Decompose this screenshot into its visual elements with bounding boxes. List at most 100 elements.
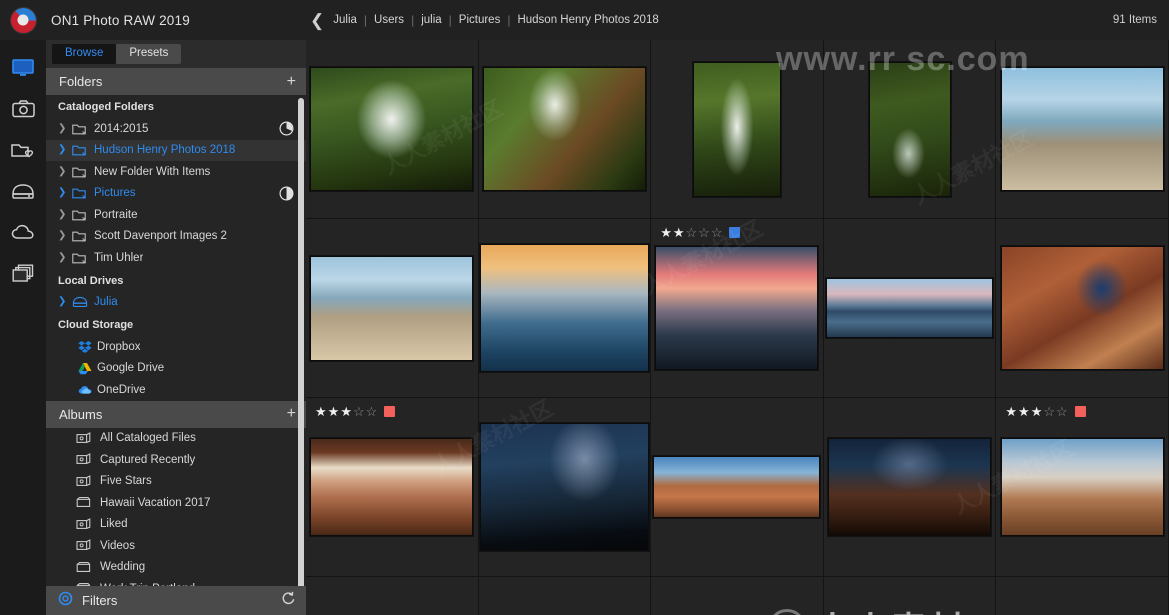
- albums-section-header[interactable]: Albums +: [46, 401, 306, 428]
- thumbnail-image[interactable]: [655, 246, 818, 370]
- folder-row-scott-davenport-images-2[interactable]: ❯ Scott Davenport Images 2: [46, 226, 306, 248]
- folder-row-2014-2015[interactable]: ❯ 2014:2015: [46, 118, 306, 140]
- color-label-swatch[interactable]: [1075, 406, 1086, 417]
- star-filled-icon[interactable]: ★: [1005, 405, 1017, 418]
- folder-row-new-folder-with-items[interactable]: ❯ New Folder With Items: [46, 161, 306, 183]
- thumbnail-grid-area[interactable]: ★ ★ ☆ ☆ ☆: [306, 40, 1169, 615]
- thumbnail-cell[interactable]: [651, 577, 824, 615]
- star-empty-icon[interactable]: ☆: [698, 226, 710, 239]
- thumbnail-cell[interactable]: [996, 219, 1169, 398]
- thumbnail-cell[interactable]: ★ ★ ★ ☆ ☆: [306, 398, 479, 577]
- thumbnail-cell[interactable]: [824, 577, 997, 615]
- thumbnail-image[interactable]: [826, 278, 993, 338]
- breadcrumb-item-2[interactable]: julia: [421, 14, 441, 26]
- album-row-liked[interactable]: Liked: [46, 514, 306, 536]
- album-row-five-stars[interactable]: Five Stars: [46, 471, 306, 493]
- star-filled-icon[interactable]: ★: [1018, 405, 1030, 418]
- hard-drive-icon[interactable]: [8, 179, 38, 203]
- star-filled-icon[interactable]: ★: [1031, 405, 1043, 418]
- thumbnail-image[interactable]: [310, 67, 473, 191]
- star-empty-icon[interactable]: ☆: [1056, 405, 1068, 418]
- thumbnail-cell[interactable]: [996, 40, 1169, 219]
- breadcrumb-item-4[interactable]: Hudson Henry Photos 2018: [517, 14, 658, 26]
- thumbnail-image[interactable]: [480, 423, 649, 551]
- thumbnail-cell[interactable]: ★ ★ ★ ☆ ☆: [996, 398, 1169, 577]
- reset-icon[interactable]: [281, 591, 296, 610]
- chevron-right-icon[interactable]: ❯: [58, 253, 72, 263]
- star-empty-icon[interactable]: ☆: [686, 226, 698, 239]
- chevron-left-icon[interactable]: ❮: [310, 12, 324, 29]
- album-row-wedding[interactable]: Wedding: [46, 557, 306, 579]
- sidebar-scrollbar[interactable]: [298, 98, 304, 586]
- thumbnail-image[interactable]: [310, 438, 473, 536]
- thumbnail-cell[interactable]: [651, 398, 824, 577]
- drive-row-julia[interactable]: ❯ Julia: [46, 292, 306, 314]
- tab-browse[interactable]: Browse: [52, 44, 116, 65]
- thumbnail-image[interactable]: [828, 438, 991, 536]
- thumbnail-image[interactable]: [483, 67, 646, 191]
- thumbnail-image[interactable]: [653, 456, 820, 518]
- thumbnail-cell[interactable]: [824, 219, 997, 398]
- thumbnail-cell[interactable]: [824, 398, 997, 577]
- star-rating[interactable]: ★ ★ ★ ☆ ☆: [315, 405, 377, 418]
- plus-icon[interactable]: +: [287, 74, 296, 90]
- camera-icon[interactable]: [8, 97, 38, 121]
- plus-icon[interactable]: +: [287, 406, 296, 422]
- chevron-right-icon[interactable]: ❯: [58, 167, 72, 177]
- chevron-right-icon[interactable]: ❯: [58, 297, 72, 307]
- cloud-icon[interactable]: [8, 220, 38, 244]
- thumbnail-cell[interactable]: [306, 40, 479, 219]
- album-row-hawaii-vacation-2017[interactable]: Hawaii Vacation 2017: [46, 492, 306, 514]
- cloud-row-google-drive[interactable]: Google Drive: [46, 358, 306, 380]
- thumbnail-image[interactable]: [1001, 67, 1164, 191]
- thumbnail-image[interactable]: [869, 62, 951, 197]
- star-empty-icon[interactable]: ☆: [366, 405, 378, 418]
- chevron-right-icon[interactable]: ❯: [58, 188, 72, 198]
- thumbnail-image[interactable]: [1001, 246, 1164, 370]
- tab-presets[interactable]: Presets: [116, 44, 181, 65]
- thumbnail-cell[interactable]: [479, 219, 652, 398]
- star-rating[interactable]: ★ ★ ★ ☆ ☆: [1005, 405, 1067, 418]
- star-filled-icon[interactable]: ★: [315, 405, 327, 418]
- breadcrumb-item-3[interactable]: Pictures: [459, 14, 501, 26]
- star-filled-icon[interactable]: ★: [328, 405, 340, 418]
- thumbnail-cell[interactable]: [651, 40, 824, 219]
- thumbnail-image[interactable]: [693, 62, 781, 197]
- monitor-icon[interactable]: [8, 56, 38, 80]
- folder-row-portraite[interactable]: ❯ Portraite: [46, 204, 306, 226]
- album-row-captured-recently[interactable]: Captured Recently: [46, 449, 306, 471]
- breadcrumb-item-1[interactable]: Users: [374, 14, 404, 26]
- folders-section-header[interactable]: Folders +: [46, 68, 306, 95]
- color-label-swatch[interactable]: [384, 406, 395, 417]
- star-empty-icon[interactable]: ☆: [711, 226, 723, 239]
- chevron-right-icon[interactable]: ❯: [58, 210, 72, 220]
- filters-bar[interactable]: Filters: [46, 586, 306, 615]
- thumbnail-cell[interactable]: [824, 40, 997, 219]
- thumbnail-cell[interactable]: [479, 398, 652, 577]
- breadcrumb-item-0[interactable]: Julia: [333, 14, 357, 26]
- thumbnail-image[interactable]: [480, 244, 649, 372]
- album-row-work-trip-portland[interactable]: Work Trip Portland: [46, 578, 306, 586]
- thumbnail-cell[interactable]: [479, 577, 652, 615]
- thumbnail-cell[interactable]: [479, 40, 652, 219]
- folder-heart-icon[interactable]: [8, 138, 38, 162]
- chevron-right-icon[interactable]: ❯: [58, 231, 72, 241]
- star-filled-icon[interactable]: ★: [340, 405, 352, 418]
- thumbnail-cell[interactable]: ★ ★ ☆ ☆ ☆: [651, 219, 824, 398]
- thumbnail-image[interactable]: [1001, 438, 1164, 536]
- album-row-all-cataloged-files[interactable]: All Cataloged Files: [46, 428, 306, 450]
- chevron-right-icon[interactable]: ❯: [58, 124, 72, 134]
- thumbnail-cell[interactable]: [306, 219, 479, 398]
- cloud-row-onedrive[interactable]: OneDrive: [46, 379, 306, 401]
- star-empty-icon[interactable]: ☆: [353, 405, 365, 418]
- color-label-swatch[interactable]: [729, 227, 740, 238]
- star-empty-icon[interactable]: ☆: [1043, 405, 1055, 418]
- thumbnail-cell[interactable]: [996, 577, 1169, 615]
- chevron-right-icon[interactable]: ❯: [58, 145, 72, 155]
- cloud-row-dropbox[interactable]: Dropbox: [46, 336, 306, 358]
- layers-icon[interactable]: [8, 261, 38, 285]
- folder-row-hudson-henry-photos-2018[interactable]: ❯ Hudson Henry Photos 2018: [46, 140, 306, 162]
- star-filled-icon[interactable]: ★: [673, 226, 685, 239]
- star-rating[interactable]: ★ ★ ☆ ☆ ☆: [660, 226, 722, 239]
- folder-row-tim-uhler[interactable]: ❯ Tim Uhler: [46, 247, 306, 269]
